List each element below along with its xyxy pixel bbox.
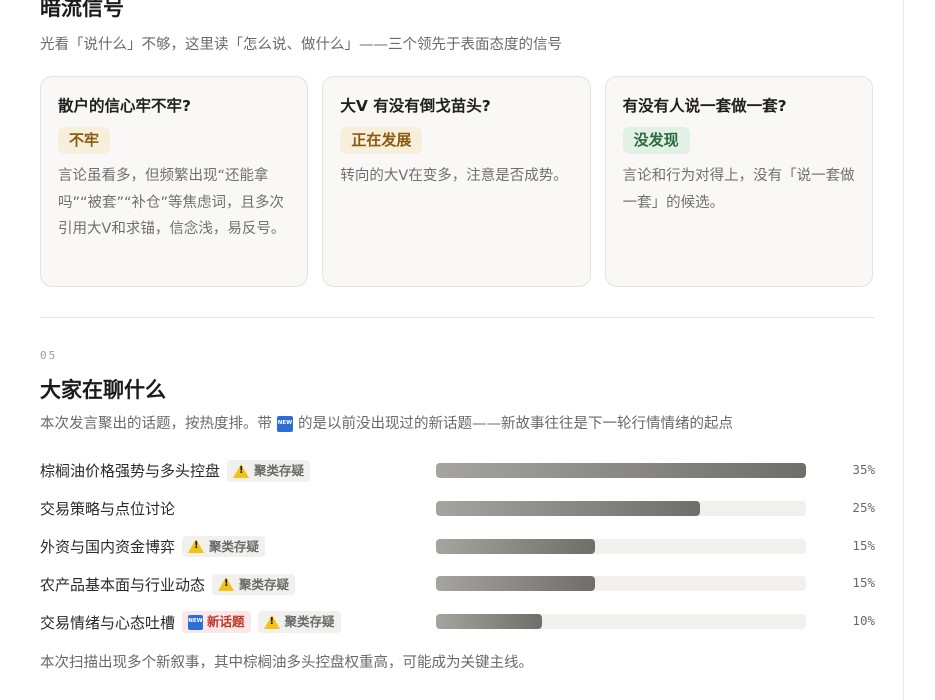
cluster-doubt-tag: 聚类存疑 [212,573,296,596]
topic-heat-bar-fill [436,614,542,630]
topic-label: 农产品基本面与行业动态 [40,575,206,594]
topic-label: 棕榈油价格强势与多头控盘 [40,462,221,481]
topics-section-subtitle: 本次发言聚出的话题，按热度排。带 NEW 的是以前没出现过的新话题——新故事往往… [40,414,733,434]
signal-card-question: 有没有人说一套做一套? [622,97,787,115]
new-icon: NEW [277,416,293,433]
topic-label: 交易策略与点位讨论 [40,500,176,519]
cluster-doubt-tag-label: 聚类存疑 [254,463,305,479]
signals-section-subtitle: 光看「说什么」不够，这里读「怎么说、做什么」——三个领先于表面态度的信号 [40,37,562,53]
topic-percent: 15% [852,537,875,553]
topic-row: 交易情绪与心态吐槽 NEW新话题 聚类存疑 10% [40,603,875,641]
signal-status-badge: 正在发展 [340,127,423,155]
warning-icon [218,577,235,592]
signal-card-question: 大V 有没有倒戈苗头? [340,97,491,115]
signal-card-question: 散户的信心牢不牢? [58,97,191,115]
warning-icon [263,615,280,630]
topic-heat-bar-fill [436,576,595,592]
cluster-doubt-tag: 聚类存疑 [182,535,266,558]
content-right-border [903,0,904,700]
section-number: 05 [40,349,58,362]
signal-card-description: 转向的大V在变多，注意是否成势。 [340,168,568,185]
topic-percent: 15% [852,575,875,591]
cluster-doubt-tag: 聚类存疑 [257,611,341,633]
topic-row: 棕榈油价格强势与多头控盘 聚类存疑 35% [40,452,875,490]
topic-heat-bar-track [436,614,806,630]
topics-section-title: 大家在聊什么 [40,378,166,402]
topic-list: 棕榈油价格强势与多头控盘聚类存疑35%交易策略与点位讨论25%外资与国内资金博弈… [40,452,875,641]
topic-heat-bar-fill [436,538,595,554]
topic-label: 交易情绪与心态吐槽 [40,613,176,632]
cluster-doubt-tag: 聚类存疑 [227,460,311,482]
topic-heat-bar-track [436,576,806,592]
topic-label: 外资与国内资金博弈 [40,537,176,556]
topic-heat-bar-fill [436,500,701,516]
signal-card-retail-confidence: 散户的信心牢不牢? 不牢 言论虽看多，但频繁出现“还能拿吗”“被套”“补仓”等焦… [40,76,309,287]
signal-card-say-vs-do: 有没有人说一套做一套? 没发现 言论和行为对得上，没有「说一套做一套」的候选。 [604,76,873,287]
cluster-doubt-tag-label: 聚类存疑 [209,538,260,554]
topic-heat-bar-fill [436,463,806,478]
new-topic-tag-label: 新话题 [207,614,245,630]
topic-percent: 10% [852,613,875,629]
signal-status-badge: 没发现 [622,127,690,155]
topics-subtitle-before: 本次发言聚出的话题，按热度排。带 [40,416,272,432]
cluster-doubt-tag-label: 聚类存疑 [239,576,290,592]
topic-row: 外资与国内资金博弈 聚类存疑 15% [40,528,875,566]
topic-row: 农产品基本面与行业动态 聚类存疑 15% [40,565,875,603]
signal-status-badge: 不牢 [58,127,111,155]
topic-percent: 25% [852,499,875,515]
warning-icon [233,463,250,478]
cluster-doubt-tag-label: 聚类存疑 [284,614,335,630]
topic-percent: 35% [852,462,875,477]
new-icon: NEW [188,614,204,630]
signal-card-description: 言论和行为对得上，没有「说一套做一套」的候选。 [622,168,855,211]
topic-heat-bar-track [436,538,806,554]
section-divider [40,317,875,318]
topic-heat-bar-track [436,463,806,478]
new-topic-tag: NEW 新话题 [182,611,251,633]
topic-heat-bar-track [436,500,806,516]
topics-subtitle-after: 的是以前没出现过的新话题——新故事往往是下一轮行情情绪的起点 [298,416,733,432]
signal-card-description: 言论虽看多，但频繁出现“还能拿吗”“被套”“补仓”等焦虑词，且多次引用大V和求锚… [58,168,286,237]
topics-summary: 本次扫描出现多个新叙事，其中棕榈油多头控盘权重高，可能成为关键主线。 [40,655,533,671]
signal-card-influencer-defection: 大V 有没有倒戈苗头? 正在发展 转向的大V在变多，注意是否成势。 [322,76,591,287]
signal-cards: 散户的信心牢不牢? 不牢 言论虽看多，但频繁出现“还能拿吗”“被套”“补仓”等焦… [40,76,873,287]
signals-section-title: 暗流信号 [40,0,124,20]
warning-icon [188,539,205,554]
topic-row: 交易策略与点位讨论 25% [40,490,875,528]
